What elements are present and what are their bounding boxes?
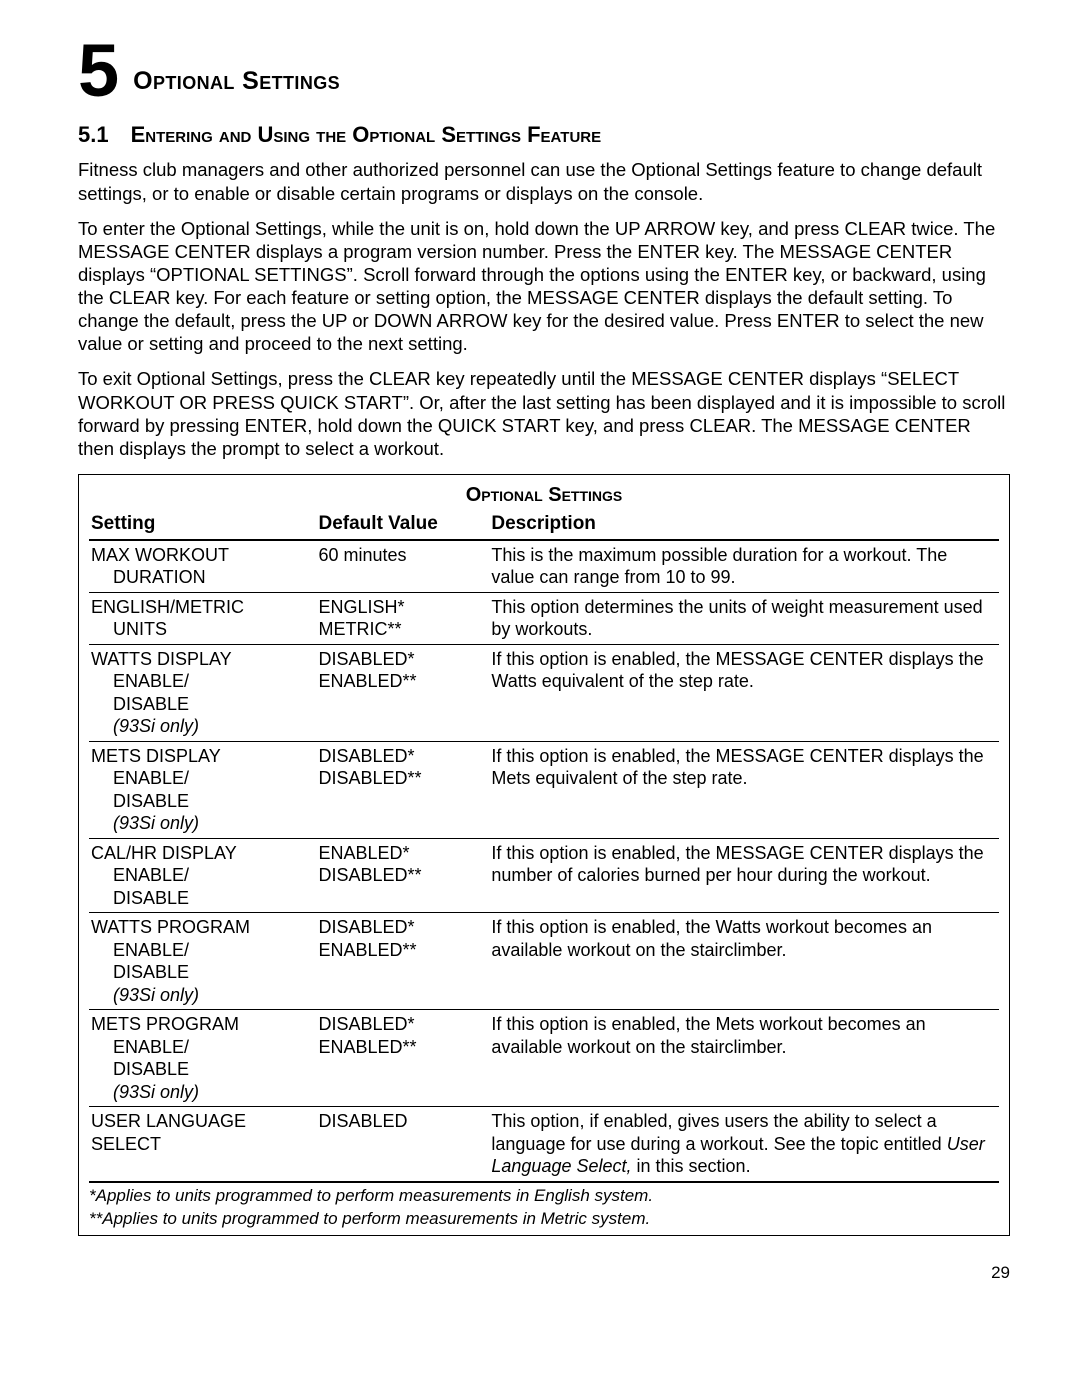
setting-sub: DISABLE [91, 887, 313, 910]
default-value: DISABLED* [319, 648, 486, 671]
cell-setting: WATTS PROGRAMENABLE/DISABLE(93Si only) [89, 913, 317, 1010]
cell-description: This option, if enabled, gives users the… [489, 1107, 999, 1182]
setting-sub: DURATION [91, 566, 313, 589]
table-footnote: **Applies to units programmed to perform… [89, 1208, 999, 1229]
default-value: DISABLED [319, 1110, 486, 1133]
cell-default: DISABLED*ENABLED** [317, 644, 490, 741]
setting-sub: UNITS [91, 618, 313, 641]
section-number: 5.1 [78, 121, 109, 149]
cell-default: DISABLED*ENABLED** [317, 913, 490, 1010]
setting-main: WATTS DISPLAY [91, 648, 313, 671]
setting-main: MAX WORKOUT [91, 544, 313, 567]
cell-description: If this option is enabled, the Mets work… [489, 1010, 999, 1107]
section-header: 5.1 Entering and Using the Optional Sett… [78, 121, 1010, 149]
setting-note: (93Si only) [91, 1081, 313, 1104]
optional-settings-table-wrap: Optional Settings Setting Default Value … [78, 474, 1010, 1236]
description-text: This option, if enabled, gives users the… [491, 1111, 946, 1154]
table-footnote: *Applies to units programmed to perform … [89, 1185, 999, 1206]
setting-sub: ENABLE/ [91, 1036, 313, 1059]
col-header-description: Description [489, 510, 999, 540]
cell-default: ENGLISH*METRIC** [317, 592, 490, 644]
default-value: DISABLED** [319, 767, 486, 790]
default-value: 60 minutes [319, 544, 486, 567]
cell-description: This option determines the units of weig… [489, 592, 999, 644]
section-title: Entering and Using the Optional Settings… [131, 121, 602, 149]
cell-default: ENABLED*DISABLED** [317, 838, 490, 913]
default-value: ENABLED** [319, 939, 486, 962]
setting-main: METS DISPLAY [91, 745, 313, 768]
body-paragraph: Fitness club managers and other authoriz… [78, 158, 1010, 204]
setting-sub: DISABLE [91, 790, 313, 813]
table-row: CAL/HR DISPLAYENABLE/DISABLEENABLED*DISA… [89, 838, 999, 913]
table-row: METS DISPLAYENABLE/DISABLE(93Si only)DIS… [89, 741, 999, 838]
setting-sub: DISABLE [91, 1058, 313, 1081]
cell-setting: USER LANGUAGE SELECT [89, 1107, 317, 1182]
page: 5 Optional Settings 5.1 Entering and Usi… [0, 0, 1080, 1388]
setting-note: (93Si only) [91, 715, 313, 738]
default-value: ENGLISH* [319, 596, 486, 619]
body-paragraph: To enter the Optional Settings, while th… [78, 217, 1010, 356]
setting-note: (93Si only) [91, 984, 313, 1007]
table-row: USER LANGUAGE SELECT DISABLEDThis option,… [89, 1107, 999, 1182]
table-row: WATTS DISPLAYENABLE/DISABLE(93Si only)DI… [89, 644, 999, 741]
table-row: METS PROGRAMENABLE/DISABLE(93Si only)DIS… [89, 1010, 999, 1107]
setting-sub: ENABLE/ [91, 767, 313, 790]
setting-main: METS PROGRAM [91, 1013, 313, 1036]
table-row: WATTS PROGRAMENABLE/DISABLE(93Si only)DI… [89, 913, 999, 1010]
default-value: ENABLED** [319, 670, 486, 693]
chapter-header: 5 Optional Settings [78, 40, 1010, 103]
table-header-row: Setting Default Value Description [89, 510, 999, 540]
chapter-number: 5 [78, 40, 119, 103]
page-number: 29 [78, 1262, 1010, 1283]
cell-setting: METS PROGRAMENABLE/DISABLE(93Si only) [89, 1010, 317, 1107]
cell-description: If this option is enabled, the MESSAGE C… [489, 644, 999, 741]
cell-setting: ENGLISH/METRICUNITS [89, 592, 317, 644]
setting-sub: DISABLE [91, 961, 313, 984]
cell-default: DISABLED [317, 1107, 490, 1182]
setting-sub: ENABLE/ [91, 939, 313, 962]
table-title: Optional Settings [89, 483, 999, 508]
description-text: in this section. [632, 1156, 751, 1176]
cell-description: This is the maximum possible duration fo… [489, 540, 999, 593]
setting-main: CAL/HR DISPLAY [91, 842, 313, 865]
setting-main: USER LANGUAGE SELECT [91, 1110, 313, 1155]
default-value: DISABLED* [319, 745, 486, 768]
table-row: ENGLISH/METRICUNITSENGLISH*METRIC**This … [89, 592, 999, 644]
table-row: MAX WORKOUTDURATION60 minutesThis is the… [89, 540, 999, 593]
cell-default: 60 minutes [317, 540, 490, 593]
cell-default: DISABLED*DISABLED** [317, 741, 490, 838]
cell-setting: METS DISPLAYENABLE/DISABLE(93Si only) [89, 741, 317, 838]
setting-main: ENGLISH/METRIC [91, 596, 313, 619]
col-header-default: Default Value [317, 510, 490, 540]
cell-setting: CAL/HR DISPLAYENABLE/DISABLE [89, 838, 317, 913]
setting-note: (93Si only) [91, 812, 313, 835]
setting-sub: DISABLE [91, 693, 313, 716]
cell-description: If this option is enabled, the MESSAGE C… [489, 741, 999, 838]
setting-sub: ENABLE/ [91, 864, 313, 887]
setting-sub: ENABLE/ [91, 670, 313, 693]
cell-setting: MAX WORKOUTDURATION [89, 540, 317, 593]
cell-default: DISABLED*ENABLED** [317, 1010, 490, 1107]
setting-main: WATTS PROGRAM [91, 916, 313, 939]
body-paragraph: To exit Optional Settings, press the CLE… [78, 367, 1010, 460]
chapter-title: Optional Settings [133, 66, 340, 103]
default-value: METRIC** [319, 618, 486, 641]
default-value: DISABLED** [319, 864, 486, 887]
cell-setting: WATTS DISPLAYENABLE/DISABLE(93Si only) [89, 644, 317, 741]
optional-settings-table: Setting Default Value Description MAX WO… [89, 510, 999, 1183]
cell-description: If this option is enabled, the Watts wor… [489, 913, 999, 1010]
col-header-setting: Setting [89, 510, 317, 540]
default-value: DISABLED* [319, 1013, 486, 1036]
cell-description: If this option is enabled, the MESSAGE C… [489, 838, 999, 913]
default-value: ENABLED** [319, 1036, 486, 1059]
default-value: ENABLED* [319, 842, 486, 865]
default-value: DISABLED* [319, 916, 486, 939]
